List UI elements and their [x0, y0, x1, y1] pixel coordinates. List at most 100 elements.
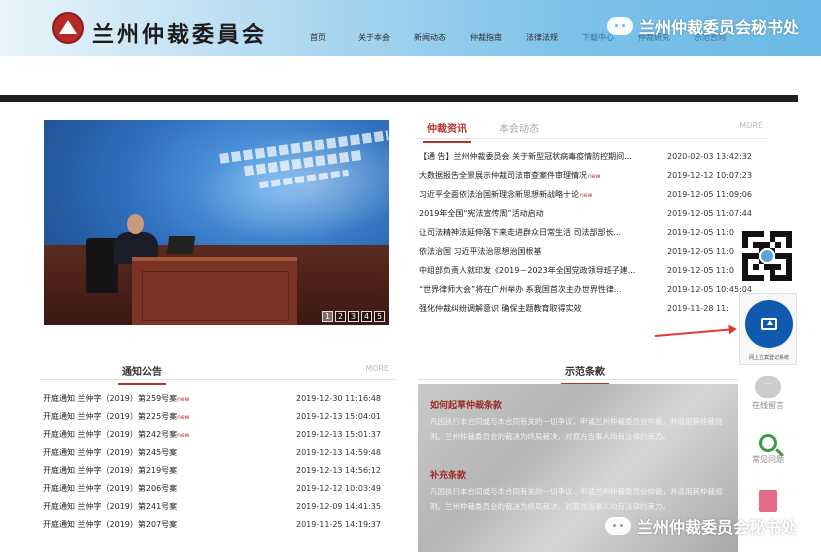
notice-item-title-text[interactable]: 开庭通知 兰仲字（2019）第206号案: [43, 484, 177, 493]
notice-item-title[interactable]: 开庭通知 兰仲字（2019）第245号案: [40, 447, 296, 458]
notice-item-title[interactable]: 开庭通知 兰仲字（2019）第241号案: [40, 501, 296, 512]
notice-item-title[interactable]: 开庭通知 兰仲字（2019）第225号案new: [40, 411, 296, 422]
news-item[interactable]: 中组部负责人就印发《2019－2023年全国党政领导班子建... 2019-12-…: [417, 261, 767, 280]
nav-item-guide[interactable]: 仲裁指南: [458, 32, 514, 43]
news-item-title-text[interactable]: 依法治国 习近平法治思想治国根基: [419, 247, 542, 256]
news-item-title[interactable]: 【通 告】兰州仲裁委员会 关于新型冠状病毒疫情防控期间...: [417, 151, 667, 162]
news-item-title[interactable]: 让司法精神法延伸落下来走进群众日常生活 司法部部长...: [417, 227, 667, 238]
notice-item-date: 2019-12-13 14:59:48: [296, 447, 381, 457]
notice-list: 开庭通知 兰仲字（2019）第259号案new 2019-12-30 11:16:…: [40, 389, 395, 533]
clause-heading[interactable]: 如何起草仲裁条款: [430, 398, 730, 411]
online-filing-widget[interactable]: 网上立案登记系统: [739, 293, 797, 365]
qr-code: [740, 229, 794, 283]
news-item[interactable]: “世界律师大会”将在广州举办 系我国首次主办世界性律... 2019-12-05 …: [417, 280, 767, 299]
notice-item[interactable]: 开庭通知 兰仲字（2019）第259号案new 2019-12-30 11:16:…: [40, 389, 395, 407]
notice-item-title[interactable]: 开庭通知 兰仲字（2019）第242号案new: [40, 429, 296, 440]
tab-arbitration-news[interactable]: 仲裁资讯: [423, 120, 471, 143]
notice-item-title-text[interactable]: 开庭通知 兰仲字（2019）第207号案: [43, 520, 177, 529]
side-tool-message[interactable]: 在线留言: [748, 376, 788, 411]
red-arrow-icon: [654, 328, 733, 337]
news-item[interactable]: 2019年全国“宪法宣传周”活动启动 2019-12-05 11:07:44: [417, 204, 767, 223]
notice-item-title-text[interactable]: 开庭通知 兰仲字（2019）第241号案: [43, 502, 177, 511]
news-item-title-text[interactable]: 2019年全国“宪法宣传周”活动启动: [419, 209, 544, 218]
site-header: 兰州仲裁委員会 首页 关于本会 新闻动态 仲裁指南 法律法规 下载中心 仲裁研究…: [0, 0, 821, 56]
side-tool-book[interactable]: [748, 490, 788, 512]
tab-commission-news[interactable]: 本会动态: [499, 120, 539, 135]
notice-item[interactable]: 开庭通知 兰仲字（2019）第225号案new 2019-12-13 15:04:…: [40, 407, 395, 425]
notice-item-title[interactable]: 开庭通知 兰仲字（2019）第206号案: [40, 483, 296, 494]
news-item-title-text[interactable]: 习近平全面依法治国新理念新思想新战略十论: [419, 190, 579, 199]
news-item-title-text[interactable]: 大数据报告全景展示仲裁司法审查案件审理情况: [419, 171, 587, 180]
notice-item-title[interactable]: 开庭通知 兰仲字（2019）第259号案new: [40, 393, 296, 404]
new-badge: new: [580, 192, 593, 199]
online-filing-button[interactable]: [745, 300, 793, 348]
notice-item-title-text[interactable]: 开庭通知 兰仲字（2019）第219号案: [43, 466, 177, 475]
notice-item[interactable]: 开庭通知 兰仲字（2019）第242号案new 2019-12-13 15:01:…: [40, 425, 395, 443]
news-item-title-text[interactable]: 强化仲裁纠纷调解意识 确保主题教育取得实效: [419, 304, 582, 313]
watermark-text: 兰州仲裁委员会秘书处: [638, 18, 799, 37]
notice-item-title-text[interactable]: 开庭通知 兰仲字（2019）第259号案: [43, 394, 177, 403]
news-item-title[interactable]: “世界律师大会”将在广州举办 系我国首次主办世界性律...: [417, 284, 667, 295]
news-item-title-text[interactable]: 【通 告】兰州仲裁委员会 关于新型冠状病毒疫情防控期间...: [419, 152, 632, 161]
notice-item-title[interactable]: 开庭通知 兰仲字（2019）第207号案: [40, 519, 296, 530]
notice-item-date: 2019-12-13 14:56:12: [296, 465, 381, 475]
notice-item-date: 2019-12-13 15:04:01: [296, 411, 381, 421]
notice-title[interactable]: 通知公告: [118, 363, 166, 385]
notice-item[interactable]: 开庭通知 兰仲字（2019）第245号案 2019-12-13 14:59:48: [40, 443, 395, 461]
notice-item[interactable]: 开庭通知 兰仲字（2019）第207号案 2019-11-25 14:19:37: [40, 515, 395, 533]
notice-item-title[interactable]: 开庭通知 兰仲字（2019）第219号案: [40, 465, 296, 476]
slide-dot[interactable]: 2: [335, 311, 346, 322]
news-more-link[interactable]: MORE: [739, 121, 763, 130]
news-item-title-text[interactable]: “世界律师大会”将在广州举办 系我国首次主办世界性律...: [419, 285, 621, 294]
site-name[interactable]: 兰州仲裁委員会: [92, 17, 267, 49]
news-item-title[interactable]: 中组部负责人就印发《2019－2023年全国党政领导班子建...: [417, 265, 667, 276]
clause-text: 凡因执行本合同或与本合同有关的一切争议，申请兰州仲裁委员会仲裁，并适用其仲裁规则…: [430, 487, 723, 511]
logo-icon[interactable]: [52, 12, 84, 44]
notice-item-title-text[interactable]: 开庭通知 兰仲字（2019）第242号案: [43, 430, 177, 439]
new-badge: new: [588, 173, 601, 180]
notice-item[interactable]: 开庭通知 兰仲字（2019）第219号案 2019-12-13 14:56:12: [40, 461, 395, 479]
nav-item-about[interactable]: 关于本会: [346, 32, 402, 43]
news-item-date: 2019-12-05 11:09:06: [667, 190, 752, 199]
notice-item-title-text[interactable]: 开庭通知 兰仲字（2019）第245号案: [43, 448, 177, 457]
notice-more-link[interactable]: MORE: [365, 364, 389, 373]
news-item-title-text[interactable]: 让司法精神法延伸落下来走进群众日常生活 司法部部长...: [419, 228, 621, 237]
chat-bubble-icon: [755, 376, 781, 398]
slide-dot[interactable]: 5: [374, 311, 385, 322]
clause-block: 如何起草仲裁条款 凡因执行本合同或与本合同有关的一切争议，申请兰州仲裁委员会仲裁…: [430, 398, 730, 444]
news-item-title[interactable]: 大数据报告全景展示仲裁司法审查案件审理情况new: [417, 170, 667, 181]
notice-item[interactable]: 开庭通知 兰仲字（2019）第241号案 2019-12-09 14:41:35: [40, 497, 395, 515]
news-item-title[interactable]: 习近平全面依法治国新理念新思想新战略十论new: [417, 189, 667, 200]
notice-item[interactable]: 开庭通知 兰仲字（2019）第206号案 2019-12-12 10:03:49: [40, 479, 395, 497]
nav-item-home[interactable]: 首页: [290, 32, 346, 43]
slide-dot[interactable]: 1: [322, 311, 333, 322]
news-item[interactable]: 强化仲裁纠纷调解意识 确保主题教育取得实效 2019-11-28 11:: [417, 299, 767, 318]
news-item[interactable]: 依法治国 习近平法治思想治国根基 2019-12-05 11:0: [417, 242, 767, 261]
watermark-top: 兰州仲裁委员会秘书处: [606, 14, 799, 38]
new-badge: new: [177, 431, 190, 439]
search-icon: [759, 434, 777, 452]
news-item[interactable]: 大数据报告全景展示仲裁司法审查案件审理情况new 2019-12-12 10:07…: [417, 166, 767, 185]
side-tool-faq[interactable]: 常见问题: [748, 434, 788, 465]
watermark-text: 兰州仲裁委员会秘书处: [636, 518, 797, 537]
news-item[interactable]: 习近平全面依法治国新理念新思想新战略十论new 2019-12-05 11:09:…: [417, 185, 767, 204]
news-item-title[interactable]: 依法治国 习近平法治思想治国根基: [417, 246, 667, 257]
nav-item-laws[interactable]: 法律法规: [514, 32, 570, 43]
photo-slideshow[interactable]: 1 2 3 4 5: [44, 120, 389, 325]
news-item-title[interactable]: 2019年全国“宪法宣传周”活动启动: [417, 208, 667, 219]
wechat-icon: [606, 17, 633, 35]
news-item-title[interactable]: 强化仲裁纠纷调解意识 确保主题教育取得实效: [417, 303, 667, 314]
clause-heading[interactable]: 补充条款: [430, 468, 730, 481]
watermark-bottom: 兰州仲裁委员会秘书处: [604, 514, 797, 538]
slide-dot[interactable]: 4: [361, 311, 372, 322]
slide-dot[interactable]: 3: [348, 311, 359, 322]
notice-header: 通知公告 MORE: [40, 358, 395, 385]
news-item-title-text[interactable]: 中组部负责人就印发《2019－2023年全国党政领导班子建...: [419, 266, 635, 275]
slide-laptop: [166, 236, 196, 254]
news-item[interactable]: 让司法精神法延伸落下来走进群众日常生活 司法部部长... 2019-12-05 1…: [417, 223, 767, 242]
news-item[interactable]: 【通 告】兰州仲裁委员会 关于新型冠状病毒疫情防控期间... 2020-02-03…: [417, 147, 767, 166]
new-badge: new: [177, 413, 190, 421]
nav-item-news[interactable]: 新闻动态: [402, 32, 458, 43]
notice-item-title-text[interactable]: 开庭通知 兰仲字（2019）第225号案: [43, 412, 177, 421]
clauses-title[interactable]: 示范条款: [561, 363, 609, 385]
